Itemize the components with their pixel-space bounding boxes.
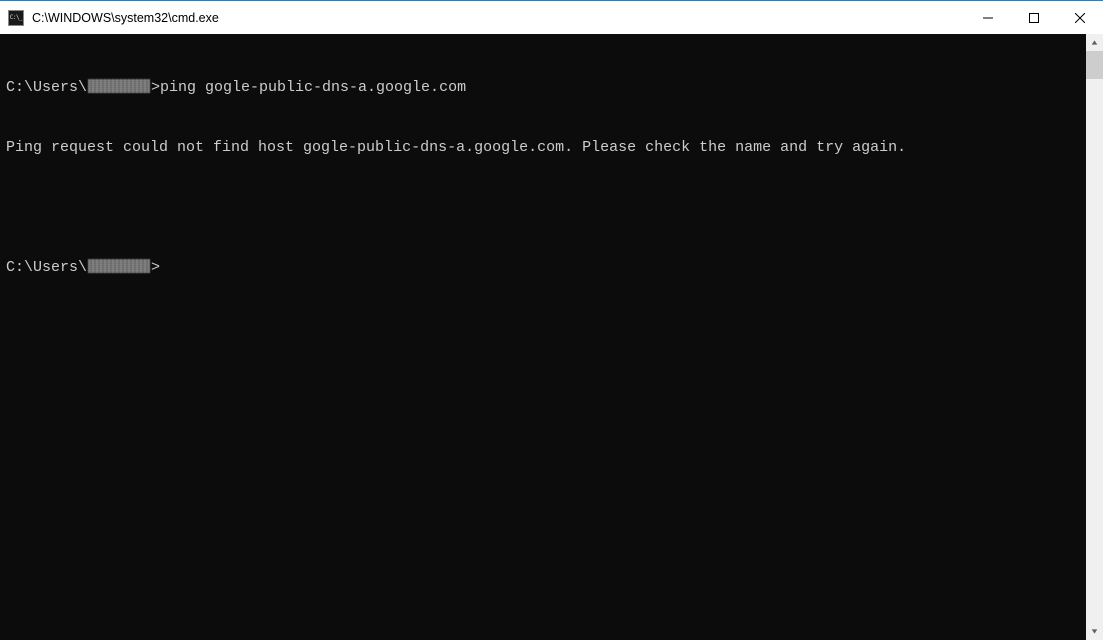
prompt-caret: >	[151, 259, 160, 276]
terminal-line: C:\Users\ >	[6, 258, 1080, 278]
scroll-track[interactable]	[1086, 51, 1103, 623]
maximize-icon	[1029, 13, 1039, 23]
client-area: C:\Users\ >ping gogle-public-dns-a.google…	[0, 34, 1103, 640]
chevron-down-icon	[1091, 628, 1098, 635]
prompt-command: >ping gogle-public-dns-a.google.com	[151, 79, 466, 96]
vertical-scrollbar[interactable]	[1086, 34, 1103, 640]
maximize-button[interactable]	[1011, 1, 1057, 34]
scroll-thumb[interactable]	[1086, 51, 1103, 79]
window-controls	[965, 1, 1103, 34]
close-icon	[1075, 13, 1085, 23]
terminal-line	[6, 198, 1080, 218]
scroll-up-button[interactable]	[1086, 34, 1103, 51]
minimize-icon	[983, 13, 993, 23]
titlebar[interactable]: C:\WINDOWS\system32\cmd.exe	[0, 1, 1103, 34]
terminal-line: C:\Users\ >ping gogle-public-dns-a.google…	[6, 78, 1080, 98]
redacted-username	[88, 259, 150, 273]
close-button[interactable]	[1057, 1, 1103, 34]
chevron-up-icon	[1091, 39, 1098, 46]
terminal-output[interactable]: C:\Users\ >ping gogle-public-dns-a.google…	[0, 34, 1086, 640]
cmd-icon	[8, 10, 24, 26]
prompt-cwd: C:\Users\	[6, 79, 87, 96]
window-title: C:\WINDOWS\system32\cmd.exe	[32, 11, 965, 25]
redacted-username	[88, 79, 150, 93]
minimize-button[interactable]	[965, 1, 1011, 34]
cmd-window: C:\WINDOWS\system32\cmd.exe C:\Users\ >pi…	[0, 0, 1103, 640]
prompt-cwd: C:\Users\	[6, 259, 87, 276]
terminal-line: Ping request could not find host gogle-p…	[6, 138, 1080, 158]
scroll-down-button[interactable]	[1086, 623, 1103, 640]
